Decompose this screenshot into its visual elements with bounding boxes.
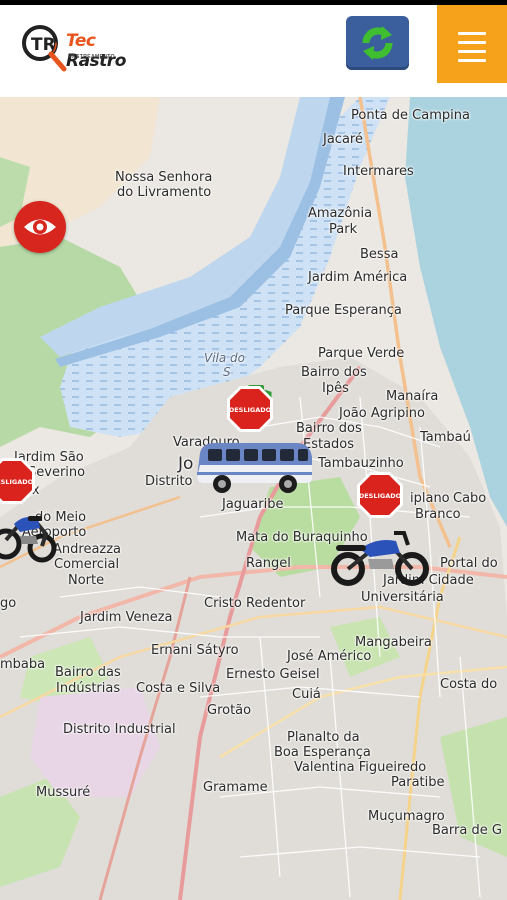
map-label: Ernesto Geisel xyxy=(226,667,320,682)
map-label: Tambaú xyxy=(420,430,471,445)
map-label: Mussuré xyxy=(36,785,91,800)
motorcycle-marker[interactable] xyxy=(0,500,58,570)
stop-sign-marker[interactable]: DESLIGADO xyxy=(356,471,404,523)
map-label: Distrito Industrial xyxy=(63,722,176,737)
map-label: Boa Esperança xyxy=(274,745,371,760)
stop-sign-text: DESLIGADO xyxy=(359,492,402,500)
map-label: Nossa Senhora xyxy=(115,170,213,185)
map-label: Parque Verde xyxy=(318,346,405,361)
app-header: TR Tec Rastro RASTREAMENTO xyxy=(0,5,507,97)
map-label: Jo xyxy=(178,454,194,474)
map-label: Planalto da xyxy=(287,730,360,745)
map-label: Bairro dos xyxy=(301,365,367,380)
map-label: José Américo xyxy=(287,649,372,664)
map-label: Ipês xyxy=(322,381,349,396)
map-label: Severino xyxy=(28,465,86,480)
refresh-arrows-icon xyxy=(362,26,393,60)
map-view[interactable]: Ponta de Campina Jacaré Intermares Nossa… xyxy=(0,97,507,900)
map-label: do Livramento xyxy=(117,185,212,200)
map-label: mbaba xyxy=(0,657,46,672)
menu-button[interactable] xyxy=(437,5,507,83)
bus-marker[interactable] xyxy=(194,439,316,499)
stop-sign-text: DESLIGADO xyxy=(229,406,272,414)
map-label: Ponta de Campina xyxy=(351,108,470,123)
map-label: Costa e Silva xyxy=(136,681,221,696)
map-label: Tambauzinho xyxy=(318,456,404,471)
logo-subtext: RASTREAMENTO xyxy=(68,54,115,60)
map-label: Jardim Veneza xyxy=(80,610,173,625)
map-label: Valentina Figueiredo xyxy=(294,760,427,775)
map-label: Jaguaribe xyxy=(222,497,284,512)
stop-sign-text: DESLIGADO xyxy=(0,478,34,486)
map-label: Mangabeira xyxy=(355,635,432,650)
stop-sign-icon: DESLIGADO xyxy=(0,458,35,504)
map-label: Indústrias xyxy=(56,681,121,696)
map-label: Bairro dos xyxy=(296,421,362,436)
map-label: Ernani Sátyro xyxy=(151,643,239,658)
map-label: João Agripino xyxy=(339,406,425,421)
map-label: iplano xyxy=(410,491,450,506)
eye-icon xyxy=(24,219,56,235)
map-label: Jardim América xyxy=(308,270,408,285)
map-label: Paratibe xyxy=(391,775,445,790)
map-label: Costa do xyxy=(440,677,498,692)
stop-sign-icon: DESLIGADO xyxy=(357,472,403,518)
map-label: Portal do xyxy=(440,556,498,571)
bus-icon xyxy=(197,443,312,493)
map-label: Andreazza xyxy=(53,542,122,557)
map-label: Park xyxy=(329,222,358,237)
map-label: Cristo Redentor xyxy=(204,596,306,611)
map-label: Manaíra xyxy=(386,389,439,404)
map-label: Distrito xyxy=(145,474,193,489)
logo-text: Tec Rastro xyxy=(66,31,126,71)
map-label: Branco xyxy=(415,507,461,522)
map-label: Parque Esperança xyxy=(285,303,402,318)
stop-sign-icon: DESLIGADO xyxy=(227,386,273,432)
map-label: Cuiá xyxy=(292,687,321,702)
map-label: Cabo xyxy=(453,491,487,506)
map-label: Bairro das xyxy=(55,665,121,680)
map-label: Norte xyxy=(68,573,105,588)
map-label: Grotão xyxy=(207,703,252,718)
refresh-button[interactable] xyxy=(346,16,409,70)
map-label: S xyxy=(223,365,231,379)
tec-rastro-logo[interactable]: TR Tec Rastro RASTREAMENTO xyxy=(20,23,140,83)
tr-magnifier-logo-icon: TR xyxy=(22,25,67,72)
map-label: go xyxy=(0,596,17,611)
motorcycle-icon xyxy=(0,516,57,563)
map-label: Jacaré xyxy=(323,132,363,147)
stop-sign-marker[interactable]: DESLIGADO xyxy=(226,385,274,437)
motorcycle-marker[interactable] xyxy=(330,523,430,593)
map-label: Vila do xyxy=(204,351,246,365)
map-label: Amazônia xyxy=(308,206,373,221)
map-label: Comercial xyxy=(54,557,120,572)
map-label: Rangel xyxy=(246,556,291,571)
map-label: Barra de G xyxy=(432,823,502,838)
visibility-toggle-button[interactable] xyxy=(14,201,66,253)
map-label: Bessa xyxy=(360,247,399,262)
map-label: Gramame xyxy=(203,780,268,795)
map-label: Intermares xyxy=(343,164,414,179)
map-label: Muçumagro xyxy=(368,809,445,824)
motorcycle-icon xyxy=(331,531,429,586)
